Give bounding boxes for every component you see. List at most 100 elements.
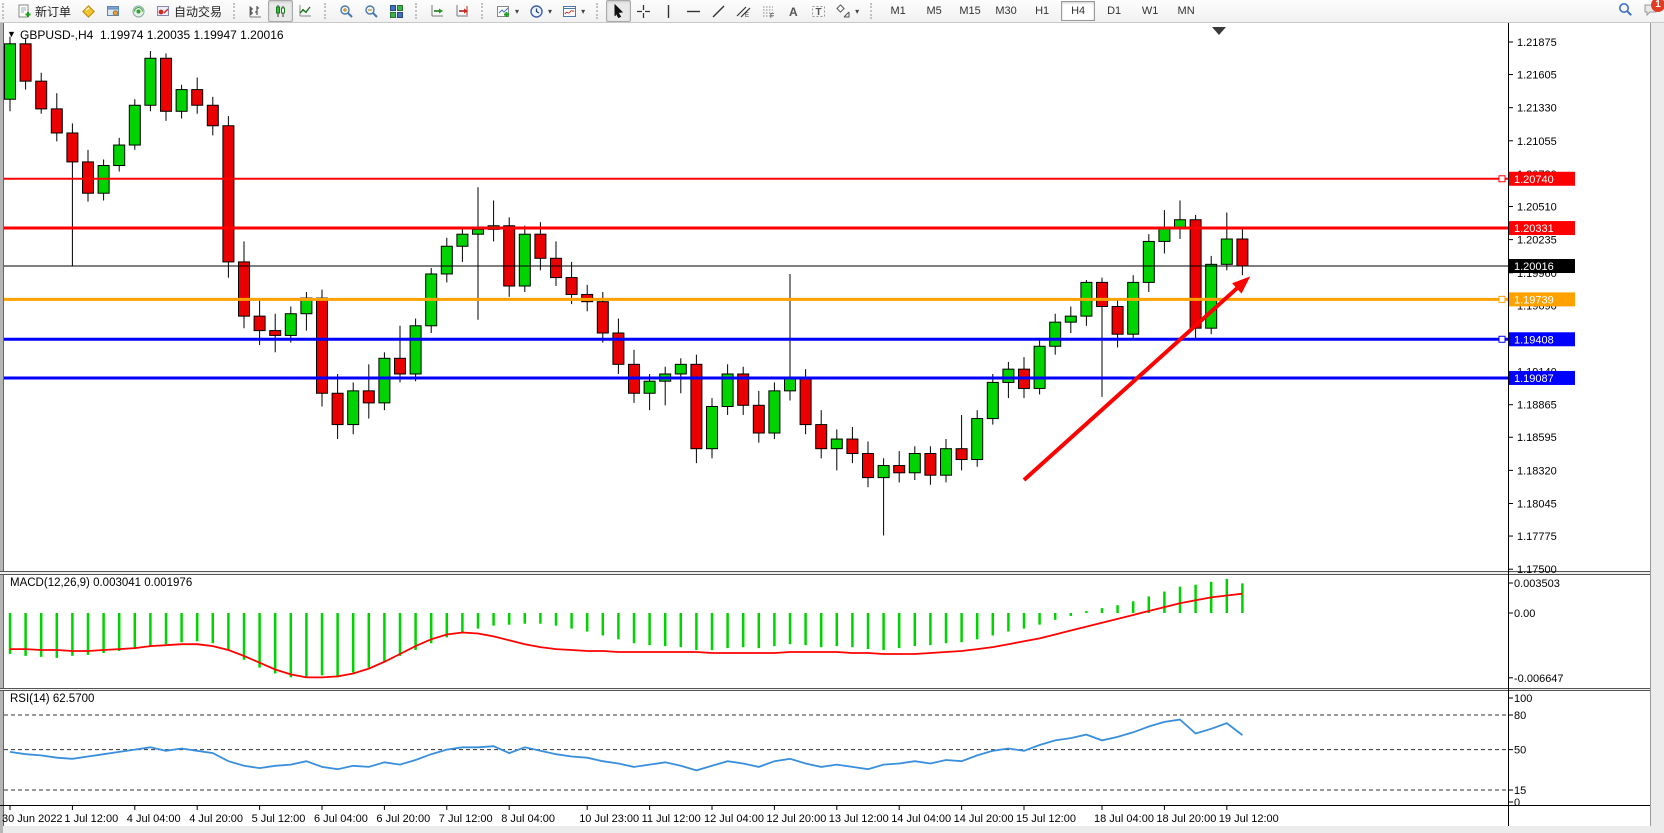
candle-bearish — [1112, 306, 1123, 334]
text-icon: A — [786, 4, 801, 19]
candle-bearish — [894, 466, 905, 473]
time-tick-label: 4 Jul 20:00 — [189, 813, 243, 825]
line-handle[interactable] — [1499, 296, 1505, 302]
tile-windows-button[interactable] — [384, 0, 409, 22]
styler-button[interactable] — [76, 0, 101, 22]
timeframe-button-m1[interactable]: M1 — [881, 1, 915, 21]
zoom-out-button[interactable] — [359, 0, 384, 22]
candle-bullish — [987, 382, 998, 418]
timeframe-button-w1[interactable]: W1 — [1133, 1, 1167, 21]
candle-bearish — [161, 58, 172, 111]
chart-menu-icon[interactable]: ▼ — [7, 29, 16, 39]
templates-button[interactable]: ▾ — [557, 0, 590, 22]
timeframe-button-m5[interactable]: M5 — [917, 1, 951, 21]
window-bottom-frame — [0, 826, 1664, 833]
zoom-in-button[interactable] — [334, 0, 359, 22]
toolbar-separator — [596, 3, 602, 19]
market-watch-button[interactable] — [101, 0, 126, 22]
candle-bullish — [1065, 316, 1076, 322]
time-tick-label: 4 Jul 04:00 — [127, 813, 181, 825]
candle-bullish — [878, 466, 889, 478]
candle-bearish — [1237, 239, 1248, 266]
candle-bearish — [551, 258, 562, 277]
svg-text:F: F — [770, 13, 774, 19]
candle-bullish — [769, 391, 780, 433]
bar-chart-button[interactable] — [243, 0, 268, 22]
autotrading-button[interactable]: 自动交易 — [151, 0, 227, 22]
window-left-frame — [0, 22, 3, 833]
chart-symbol-timeframe: GBPUSD-,H4 — [20, 28, 93, 42]
indicators-icon — [496, 4, 511, 19]
indicators-button[interactable]: ▾ — [491, 0, 524, 22]
trendline-button[interactable] — [706, 0, 731, 22]
chart-ohlc-values: 1.19974 1.20035 1.19947 1.20016 — [100, 28, 284, 42]
hline-icon — [686, 4, 701, 19]
line-handle[interactable] — [1499, 336, 1505, 342]
new-order-button[interactable]: 新订单 — [12, 0, 76, 22]
candle-bullish — [285, 314, 296, 336]
crosshair-button[interactable] — [631, 0, 656, 22]
candle-bearish — [816, 425, 827, 449]
timeframe-button-h4[interactable]: H4 — [1061, 1, 1095, 21]
candle-bullish — [519, 234, 530, 286]
candle-bearish — [504, 226, 515, 286]
auto-scroll-button[interactable] — [425, 0, 450, 22]
notifications-icon[interactable]: 1 — [1643, 2, 1658, 20]
timeframe-button-mn[interactable]: MN — [1169, 1, 1203, 21]
line-chart-icon — [298, 4, 313, 19]
cursor-button[interactable] — [606, 0, 631, 22]
timeframe-button-h1[interactable]: H1 — [1025, 1, 1059, 21]
vertical-line-button[interactable] — [656, 0, 681, 22]
timeframe-button-d1[interactable]: D1 — [1097, 1, 1131, 21]
line-handle[interactable] — [1499, 176, 1505, 182]
autotrading-button-label: 自动交易 — [174, 3, 222, 20]
autotrading-icon — [156, 4, 171, 19]
search-icon[interactable] — [1618, 2, 1633, 20]
candle-bullish — [972, 419, 983, 460]
candle-bullish — [1003, 369, 1014, 382]
text-button[interactable]: A — [781, 0, 806, 22]
channel-button[interactable]: E — [731, 0, 756, 22]
candle-bearish — [535, 234, 546, 258]
timeframe-button-m15[interactable]: M15 — [953, 1, 987, 21]
candle-bearish — [753, 405, 764, 433]
candle-bullish — [644, 381, 655, 393]
price-tick-label: 1.20235 — [1517, 235, 1557, 247]
price-tick-label: 1.21875 — [1517, 37, 1557, 49]
periods-button[interactable]: ▾ — [524, 0, 557, 22]
toolbar-separator — [415, 3, 421, 19]
rsi-axis-label: 0 — [1514, 797, 1520, 809]
rsi-indicator-label: RSI(14) 62.5700 — [10, 693, 94, 705]
candle-bullish — [1034, 346, 1045, 388]
chart-shift-button[interactable] — [450, 0, 475, 22]
candle-bearish — [254, 316, 265, 330]
time-tick-label: 6 Jul 04:00 — [314, 813, 368, 825]
price-tick-label: 1.18595 — [1517, 432, 1557, 444]
candle-bullish — [909, 454, 920, 473]
zoom-out-icon — [364, 4, 379, 19]
toolbar-separator — [233, 3, 239, 19]
horizontal-line-button[interactable] — [681, 0, 706, 22]
price-badge-label: 1.19087 — [1514, 373, 1554, 385]
signals-button[interactable] — [126, 0, 151, 22]
fibonacci-button[interactable]: F — [756, 0, 781, 22]
candle-bullish — [114, 145, 125, 165]
candle-bearish — [51, 109, 62, 133]
line-chart-button[interactable] — [293, 0, 318, 22]
new-order-button-label: 新订单 — [35, 3, 71, 20]
shapes-button[interactable]: ▾ — [831, 0, 864, 22]
label-button[interactable]: T — [806, 0, 831, 22]
time-tick-label: 12 Jul 20:00 — [766, 813, 826, 825]
zoom-in-icon — [339, 4, 354, 19]
price-badge-label: 1.20016 — [1514, 261, 1554, 273]
price-badge-label: 1.19739 — [1514, 294, 1554, 306]
candle-bullish — [348, 391, 359, 425]
time-tick-label: 12 Jul 04:00 — [704, 813, 764, 825]
dropdown-caret-icon: ▾ — [581, 7, 585, 16]
candle-chart-button[interactable] — [268, 0, 293, 22]
time-tick-label: 8 Jul 04:00 — [501, 813, 555, 825]
candle-bullish — [145, 58, 156, 105]
candle-bearish — [207, 105, 218, 125]
timeframe-button-m30[interactable]: M30 — [989, 1, 1023, 21]
macd-axis-label: -0.006647 — [1514, 673, 1564, 685]
